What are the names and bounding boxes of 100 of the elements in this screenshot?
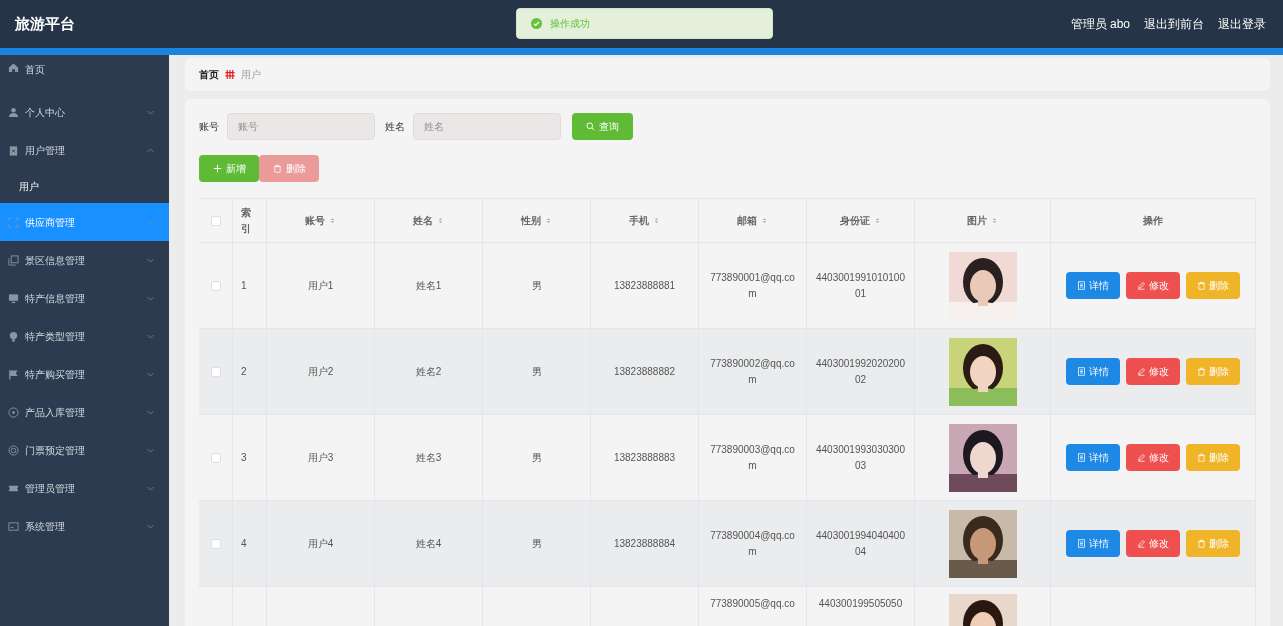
table-cell-text: 440300199101010001 — [815, 270, 906, 301]
table-cell-text: 用户2 — [307, 364, 334, 379]
table-cell-text: 13823888882 — [613, 364, 676, 379]
pencil-icon — [1137, 453, 1146, 462]
column-header[interactable]: 图片 — [967, 213, 987, 228]
table-cell-text: 男 — [531, 450, 542, 465]
table-cell-text: 440300199404040004 — [815, 528, 906, 559]
table-cell-text: 1 — [241, 278, 247, 293]
table-cell-text: 男 — [531, 364, 542, 379]
column-header[interactable]: 操作 — [1143, 213, 1163, 228]
table-cell-text: 男 — [531, 536, 542, 551]
table-cell-text: 13823888883 — [613, 450, 676, 465]
table-cell-text: 4 — [241, 536, 247, 551]
sidebar-item[interactable]: 景区信息管理 — [0, 241, 169, 279]
edit-button[interactable]: 修改 — [1126, 530, 1180, 557]
input-field[interactable]: 账号 — [227, 113, 375, 140]
flag-icon — [8, 368, 19, 380]
document-icon — [1077, 453, 1086, 462]
trash-icon — [272, 164, 282, 173]
frame-icon — [8, 216, 19, 228]
column-header[interactable]: 账号 — [305, 213, 325, 228]
table-cell-text: 13823888881 — [613, 278, 676, 293]
pencil-icon — [1137, 281, 1146, 290]
table-cell-text: 440300199505050 — [818, 597, 903, 611]
sort-icon — [545, 216, 552, 225]
sidebar-item[interactable]: 用户管理 — [0, 131, 169, 169]
sort-icon — [991, 216, 998, 225]
lifebuoy-icon — [8, 444, 19, 456]
sidebar-item[interactable]: 供应商管理 — [0, 203, 169, 241]
edit-button[interactable]: 修改 — [1126, 272, 1180, 299]
submenu-item[interactable]: 用户 — [0, 169, 169, 203]
checkbox[interactable] — [210, 215, 221, 226]
sidebar-item[interactable]: 管理员管理 — [0, 469, 169, 507]
column-header[interactable]: 身份证 — [840, 213, 870, 228]
checkbox[interactable] — [210, 538, 221, 549]
sidebar-item[interactable]: 产品入库管理 — [0, 393, 169, 431]
input-field[interactable]: 姓名 — [413, 113, 561, 140]
document-icon — [1077, 281, 1086, 290]
column-header[interactable]: 姓名 — [413, 213, 433, 228]
table-cell-text: 用户1 — [307, 278, 334, 293]
edit-button[interactable]: 修改 — [1126, 358, 1180, 385]
platform-title: 旅游平台 — [15, 13, 75, 34]
trash-icon — [1197, 367, 1206, 376]
sidebar-item[interactable]: 特产类型管理 — [0, 317, 169, 355]
sidebar-item[interactable]: 首页 — [0, 55, 169, 93]
column-header[interactable]: 邮箱 — [737, 213, 757, 228]
breadcrumb-item[interactable]: 首页 — [199, 67, 219, 82]
table-cell-text: 姓名2 — [415, 364, 442, 379]
trash-icon — [1197, 539, 1206, 548]
table-cell-text: 3 — [241, 450, 247, 465]
detail-button[interactable]: 详情 — [1066, 530, 1120, 557]
trash-icon — [1197, 281, 1206, 290]
copy-icon — [8, 254, 19, 266]
sidebar-item[interactable]: 特产购买管理 — [0, 355, 169, 393]
checkbox[interactable] — [210, 280, 221, 291]
table-cell-text: 773890001@qq.com — [709, 270, 796, 301]
detail-button[interactable]: 详情 — [1066, 272, 1120, 299]
table-cell-text: 773890002@qq.com — [709, 356, 796, 387]
user-label: 管理员 abo — [1070, 16, 1130, 33]
edit-button[interactable]: 修改 — [1126, 444, 1180, 471]
table-cell-text: 男 — [531, 278, 542, 293]
column-header[interactable]: 手机 — [629, 213, 649, 228]
detail-button[interactable]: 详情 — [1066, 444, 1120, 471]
field-label: 姓名 — [385, 120, 405, 134]
plus-icon — [212, 164, 222, 173]
table-cell-text: 773890003@qq.com — [709, 442, 796, 473]
separator-icon — [224, 69, 236, 80]
sort-icon — [437, 216, 444, 225]
sidebar-item[interactable]: 特产信息管理 — [0, 279, 169, 317]
toast-message: 操作成功 — [550, 17, 590, 31]
document-icon — [1077, 367, 1086, 376]
checkbox[interactable] — [210, 366, 221, 377]
pencil-icon — [1137, 539, 1146, 548]
check-circle-icon — [531, 18, 542, 29]
table-cell-text: 773890005@qq.co — [710, 597, 795, 611]
field-label: 账号 — [199, 120, 219, 134]
sort-icon — [653, 216, 660, 225]
table-cell-text: 用户4 — [307, 536, 334, 551]
sort-icon — [874, 216, 881, 225]
header-link[interactable]: 退出到前台 — [1144, 15, 1204, 33]
column-header[interactable]: 索引 — [241, 204, 253, 237]
user-icon — [8, 106, 19, 118]
sort-icon — [761, 216, 768, 225]
bulb-icon — [8, 330, 19, 342]
pencil-icon — [1137, 367, 1146, 376]
header-link[interactable]: 退出登录 — [1218, 15, 1266, 33]
sort-icon — [329, 216, 336, 225]
table-cell-text: 13823888884 — [613, 536, 676, 551]
column-header[interactable]: 性别 — [521, 213, 541, 228]
sidebar-item[interactable]: 个人中心 — [0, 93, 169, 131]
sidebar-item[interactable]: 系统管理 — [0, 507, 169, 545]
checkbox[interactable] — [210, 452, 221, 463]
trash-icon — [1197, 453, 1206, 462]
clipboard-icon — [8, 144, 19, 156]
sidebar-item[interactable]: 门票预定管理 — [0, 431, 169, 469]
table-cell-text: 姓名3 — [415, 450, 442, 465]
detail-button[interactable]: 详情 — [1066, 358, 1120, 385]
disc-icon — [8, 406, 19, 418]
document-icon — [1077, 539, 1086, 548]
monitor-icon — [8, 292, 19, 304]
